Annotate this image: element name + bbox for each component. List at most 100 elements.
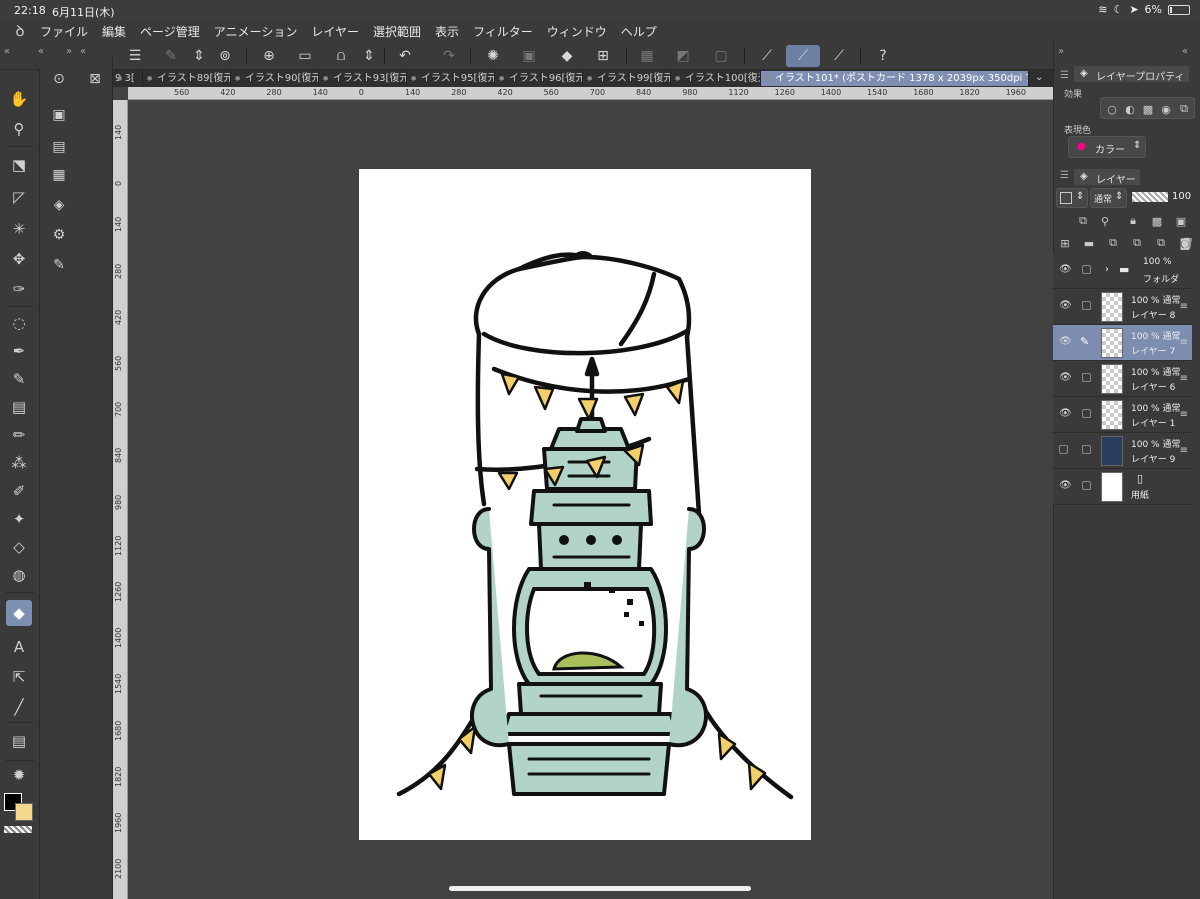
collapse-left-icon[interactable]: « <box>1182 46 1188 57</box>
tab-document[interactable]: イラスト95[復元] <box>407 71 495 86</box>
updown-icon[interactable]: ⇕ <box>188 45 210 67</box>
circle-effect-icon[interactable]: ○ <box>1105 102 1119 116</box>
menu-animation[interactable]: アニメーション <box>214 23 298 40</box>
home-indicator[interactable] <box>449 886 751 891</box>
layer-checkbox[interactable] <box>1082 409 1091 418</box>
collapse-right-icon[interactable]: » <box>1058 46 1064 57</box>
new-folder-icon[interactable]: ▬ <box>1082 236 1096 250</box>
eye-icon[interactable]: 👁︎ <box>1059 372 1072 383</box>
subtool-f-icon[interactable]: ✎ <box>48 254 70 276</box>
menu-page[interactable]: ページ管理 <box>140 23 200 40</box>
lock-transparent-icon[interactable]: ▩ <box>1150 214 1164 228</box>
menu-layer[interactable]: レイヤー <box>311 23 359 40</box>
eyedropper-icon[interactable]: ✒ <box>6 338 32 364</box>
trash-icon[interactable]: 🗑︎ <box>1180 236 1194 250</box>
subtool-a-icon[interactable]: ▣ <box>48 104 70 126</box>
transparent-color-swatch[interactable] <box>4 826 32 833</box>
layer-row-selected[interactable]: 👁︎ ✎ 100 % 通常 レイヤー 7 ≡ <box>1053 325 1192 361</box>
subtool-c-icon[interactable]: ▦ <box>48 164 70 186</box>
frame-icon[interactable]: ▤ <box>6 728 32 754</box>
layer-menu-icon[interactable]: ≡ <box>1180 445 1188 456</box>
tab-layer-property[interactable]: レイヤープロパティ <box>1074 66 1189 83</box>
menu-icon[interactable]: ☰ <box>124 45 146 67</box>
balloon-icon[interactable]: ⇱ <box>6 664 32 690</box>
tab-document[interactable]: イラスト99[復元] <box>583 71 671 86</box>
tab-document[interactable]: 9 3[ <box>113 71 143 86</box>
border-effect-icon[interactable]: ◐ <box>1123 102 1137 116</box>
transfer-icon[interactable]: ⧉ <box>1106 236 1120 250</box>
mask-effect-icon[interactable]: ⧉ <box>1177 102 1191 116</box>
tab-document[interactable]: イラスト100[復元] <box>671 71 761 86</box>
hand-icon[interactable]: ✋ <box>6 86 32 112</box>
layer-row-paper[interactable]: 👁︎ ▯ 用紙 <box>1053 469 1192 505</box>
pencil-icon[interactable]: ✏ <box>6 422 32 448</box>
eye-icon[interactable]: 👁︎ <box>1059 300 1072 311</box>
move-icon[interactable]: ✥ <box>6 246 32 272</box>
layer-color-icon[interactable]: ◉ <box>1159 102 1173 116</box>
layer-type-select[interactable]: ⇕ <box>1056 188 1088 208</box>
tone-effect-icon[interactable]: ▩ <box>1141 102 1155 116</box>
tab-document[interactable]: イラスト93[復元] <box>319 71 407 86</box>
decoration-icon[interactable]: ✐ <box>6 478 32 504</box>
ruler-icon[interactable]: ◸ <box>6 184 32 210</box>
eye-icon[interactable]: 👁︎ <box>1059 264 1072 275</box>
eraser-icon[interactable]: ⟋ <box>828 45 850 67</box>
zoom-icon[interactable]: ⚲ <box>6 116 32 142</box>
subtool-d-icon[interactable]: ◈ <box>48 194 70 216</box>
loading-icon[interactable]: ✺ <box>482 45 504 67</box>
reference-icon[interactable]: ⚲ <box>1098 214 1112 228</box>
layer-menu-icon[interactable]: ≡ <box>1180 337 1188 348</box>
visibility-off-checkbox[interactable] <box>1059 445 1068 454</box>
chevron-right-icon[interactable]: › <box>1105 264 1109 275</box>
menu-view[interactable]: 表示 <box>435 23 459 40</box>
sparkle-icon[interactable]: ✳ <box>6 216 32 242</box>
layer-row[interactable]: 👁︎ 100 % 通常 レイヤー 8 ≡ <box>1053 289 1192 325</box>
blend-mode-select[interactable]: 通常 ⇕ <box>1090 188 1127 208</box>
layer-menu-icon[interactable]: ≡ <box>1180 409 1188 420</box>
menu-file[interactable]: ファイル <box>40 23 88 40</box>
tab-document[interactable]: イラスト96[復元] <box>495 71 583 86</box>
menu-help[interactable]: ヘルプ <box>621 23 657 40</box>
opacity-slider[interactable] <box>1132 192 1168 202</box>
updown-icon[interactable]: ⇕ <box>358 45 380 67</box>
eye-icon[interactable]: 👁︎ <box>1059 408 1072 419</box>
eye-icon[interactable]: 👁︎ <box>1059 480 1072 491</box>
pen-icon[interactable]: ✎ <box>6 366 32 392</box>
new-layer-icon[interactable]: ⊞ <box>1058 236 1072 250</box>
open-file-icon[interactable]: ▭ <box>294 45 316 67</box>
layer-checkbox[interactable] <box>1082 265 1091 274</box>
picker-icon[interactable]: ✑ <box>6 276 32 302</box>
gradient-icon[interactable]: ▤ <box>6 394 32 420</box>
subtool-zoom-icon[interactable]: ⊙ <box>48 68 70 90</box>
mask-icon[interactable]: ▣ <box>1174 214 1188 228</box>
airbrush-icon[interactable]: ⁂ <box>6 450 32 476</box>
panel-menu-icon[interactable]: ☰ <box>1060 170 1069 181</box>
layer-row[interactable]: 👁︎ 100 % 通常 レイヤー 6 ≡ <box>1053 361 1192 397</box>
layer-menu-icon[interactable]: ≡ <box>1180 301 1188 312</box>
transform-icon[interactable]: ▣ <box>518 45 540 67</box>
subtool-b-icon[interactable]: ▤ <box>48 136 70 158</box>
line-icon[interactable]: ╱ <box>6 694 32 720</box>
tab-document-active[interactable]: イラスト101* (ポストカード 1378 x 2039px 350dpi 75… <box>761 71 1029 86</box>
eraser-icon[interactable]: ◇ <box>6 534 32 560</box>
canvas-paper[interactable] <box>359 169 811 840</box>
crop-icon[interactable]: ⊞ <box>592 45 614 67</box>
background-color-swatch[interactable] <box>15 803 33 821</box>
layer-row[interactable]: 👁︎ 100 % 通常 レイヤー 1 ≡ <box>1053 397 1192 433</box>
grid-icon[interactable]: ▦ <box>636 45 658 67</box>
layer-row[interactable]: 100 % 通常 レイヤー 9 ≡ <box>1053 433 1192 469</box>
grid-icon[interactable]: ▢ <box>710 45 732 67</box>
menu-filter[interactable]: フィルター <box>473 23 533 40</box>
chevron-down-icon[interactable]: ⌄ <box>1035 72 1043 83</box>
blend-icon[interactable]: ◍ <box>6 562 32 588</box>
new-file-icon[interactable]: ⊕ <box>258 45 280 67</box>
tab-document[interactable]: イラスト90[復元] <box>231 71 319 86</box>
help-icon[interactable]: ? <box>872 45 894 67</box>
merge-icon[interactable]: ⧉ <box>1130 236 1144 250</box>
collapse-left-icon[interactable]: « <box>4 46 10 57</box>
opacity-value[interactable]: 100 <box>1172 191 1191 202</box>
layer-menu-icon[interactable]: ≡ <box>1180 373 1188 384</box>
subtool-e-icon[interactable]: ⚙ <box>48 224 70 246</box>
layer-checkbox[interactable] <box>1082 445 1091 454</box>
effect-icon[interactable]: ✹ <box>6 762 32 788</box>
